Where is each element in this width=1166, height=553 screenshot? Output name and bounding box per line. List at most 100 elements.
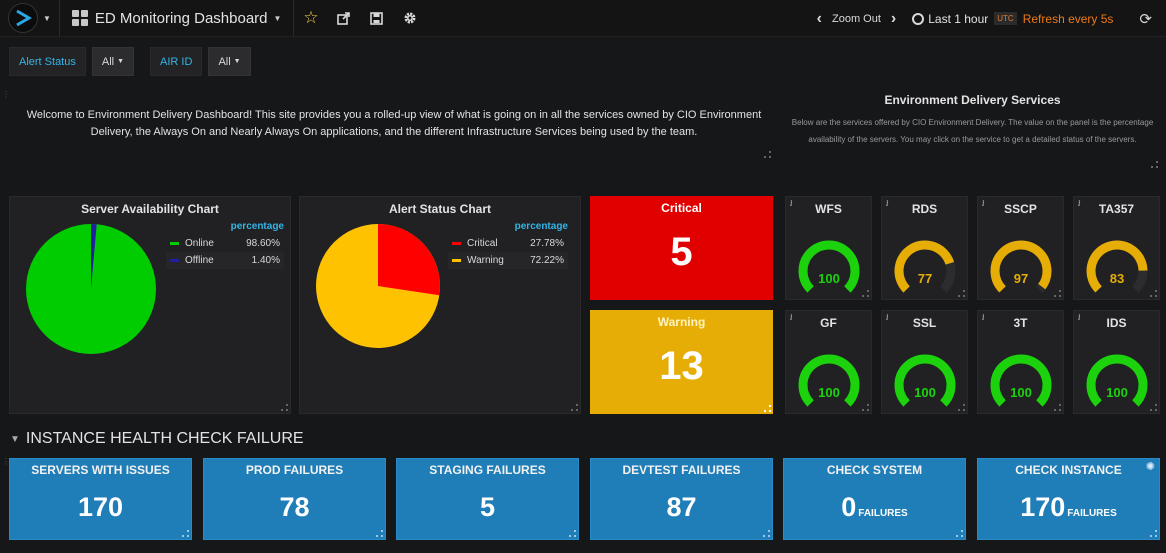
resize-handle[interactable]: [862, 290, 869, 297]
save-icon[interactable]: [360, 0, 393, 37]
critical-stat-panel[interactable]: Critical 5: [590, 196, 773, 300]
stat-title: PROD FAILURES: [245, 463, 344, 477]
chevron-down-icon: ▼: [273, 13, 282, 23]
row-drag-handle[interactable]: ⋮: [2, 91, 10, 99]
share-icon[interactable]: [327, 0, 360, 37]
legend-item-online[interactable]: Online 98.60%: [166, 235, 284, 252]
chevron-down-icon[interactable]: ▼: [43, 14, 51, 23]
app-menu[interactable]: ▼: [0, 0, 60, 37]
resize-handle[interactable]: [763, 530, 770, 537]
resize-handle[interactable]: [862, 404, 869, 411]
resize-handle[interactable]: [1150, 530, 1157, 537]
health-stat-check-instance[interactable]: CHECK INSTANCE 170 FAILURES ✺: [977, 458, 1160, 540]
info-icon[interactable]: i: [1078, 313, 1081, 322]
stat-value: 170: [77, 492, 124, 522]
warning-stat-panel[interactable]: Warning 13: [590, 310, 773, 414]
health-stat-staging-failures[interactable]: STAGING FAILURES 5: [396, 458, 579, 540]
time-back-button[interactable]: ‹: [811, 10, 828, 28]
gauge-title: WFS: [815, 202, 842, 216]
resize-handle[interactable]: [1054, 404, 1061, 411]
resize-handle[interactable]: [958, 290, 965, 297]
health-stat-servers-with-issues[interactable]: SERVERS WITH ISSUES 170: [9, 458, 192, 540]
info-icon[interactable]: i: [886, 199, 889, 208]
panel-title: Alert Status Chart: [388, 202, 492, 216]
resize-handle[interactable]: [764, 151, 771, 158]
gauge-title: GF: [820, 316, 837, 330]
gauge-chart: 97: [990, 240, 1052, 293]
gauge-panel-ids[interactable]: i IDS 100: [1073, 310, 1160, 414]
resize-handle[interactable]: [281, 404, 288, 411]
alert-status-panel[interactable]: Alert Status Chart percentage Critical 2…: [299, 196, 581, 414]
gauge-value: 100: [1106, 385, 1128, 400]
variable-select-alert-status[interactable]: All ▼: [91, 47, 135, 76]
stat-title: SERVERS WITH ISSUES: [31, 463, 170, 477]
legend-item-critical[interactable]: Critical 27.78%: [448, 235, 568, 252]
resize-handle[interactable]: [1151, 161, 1158, 168]
health-stat-prod-failures[interactable]: PROD FAILURES 78: [203, 458, 386, 540]
gauge-panel-gf[interactable]: i GF 100: [785, 310, 872, 414]
legend-item-warning[interactable]: Warning 72.22%: [448, 252, 568, 269]
stat-value: 13: [659, 344, 704, 388]
stat-title: CHECK SYSTEM: [826, 463, 923, 477]
gear-icon[interactable]: [393, 0, 426, 37]
legend-value: 1.40%: [251, 255, 280, 266]
resize-handle[interactable]: [956, 530, 963, 537]
resize-handle[interactable]: [958, 404, 965, 411]
stat-value: 170 FAILURES: [1020, 492, 1117, 522]
gauge-panel-ta357[interactable]: i TA357 83: [1073, 196, 1160, 300]
info-icon[interactable]: i: [790, 199, 793, 208]
dashboard-picker[interactable]: ED Monitoring Dashboard ▼: [60, 0, 295, 37]
health-stat-devtest-failures[interactable]: DEVTEST FAILURES 87: [590, 458, 773, 540]
resize-handle[interactable]: [182, 530, 189, 537]
gauge-panel-3t[interactable]: i 3T 100: [977, 310, 1064, 414]
gauge-chart: 100: [1086, 354, 1148, 407]
resize-handle[interactable]: [569, 530, 576, 537]
template-variables: Alert Status All ▼ AIR ID All ▼: [9, 47, 261, 76]
legend-item-offline[interactable]: Offline 1.40%: [166, 252, 284, 269]
gauge-panel-sscp[interactable]: i SSCP 97: [977, 196, 1064, 300]
gauge-chart: 83: [1086, 240, 1148, 293]
time-forward-button[interactable]: ›: [885, 10, 902, 28]
time-picker[interactable]: Last 1 hour UTC Refresh every 5s: [912, 12, 1113, 26]
health-stat-check-system[interactable]: CHECK SYSTEM 0 FAILURES: [783, 458, 966, 540]
refresh-icon[interactable]: ⟳: [1139, 10, 1152, 28]
stat-suffix: FAILURES: [858, 508, 908, 519]
resize-handle[interactable]: [764, 405, 771, 412]
gauge-title: 3T: [1013, 316, 1028, 330]
zoom-out-button[interactable]: Zoom Out: [832, 13, 881, 25]
gauge-panel-rds[interactable]: i RDS 77: [881, 196, 968, 300]
app-logo[interactable]: [8, 3, 38, 33]
gauge-panel-ssl[interactable]: i SSL 100: [881, 310, 968, 414]
resize-handle[interactable]: [1150, 404, 1157, 411]
row-collapse-toggle[interactable]: ▼ INSTANCE HEALTH CHECK FAILURE: [10, 430, 304, 448]
services-text-panel: Environment Delivery Services Below are …: [785, 88, 1160, 170]
info-icon[interactable]: i: [982, 199, 985, 208]
row-drag-handle[interactable]: ⋮: [2, 458, 10, 466]
resize-handle[interactable]: [571, 404, 578, 411]
legend-label: Warning: [467, 255, 504, 266]
resize-handle[interactable]: [1054, 290, 1061, 297]
legend-value: 27.78%: [530, 238, 564, 249]
stat-title: STAGING FAILURES: [429, 463, 546, 477]
services-title: Environment Delivery Services: [884, 93, 1061, 107]
alert-pie-chart: [316, 224, 440, 348]
legend-swatch: [170, 242, 179, 245]
stat-value: 0 FAILURES: [841, 492, 908, 522]
server-legend: percentage Online 98.60% Offline 1.40%: [166, 221, 284, 269]
legend-header: percentage: [230, 221, 284, 232]
gauge-panel-wfs[interactable]: i WFS 100: [785, 196, 872, 300]
legend-label: Offline: [185, 255, 214, 266]
info-icon[interactable]: i: [886, 313, 889, 322]
info-icon[interactable]: i: [1078, 199, 1081, 208]
server-availability-panel[interactable]: Server Availability Chart percentage Onl…: [9, 196, 291, 414]
resize-handle[interactable]: [376, 530, 383, 537]
star-icon[interactable]: ☆: [294, 0, 327, 37]
resize-handle[interactable]: [1150, 290, 1157, 297]
info-icon[interactable]: i: [982, 313, 985, 322]
variable-select-air-id[interactable]: All ▼: [208, 47, 251, 76]
stat-title: Critical: [661, 201, 702, 215]
server-pie-chart: [26, 224, 156, 354]
stat-value: 78: [279, 492, 310, 522]
panel-title: Server Availability Chart: [81, 202, 219, 216]
info-icon[interactable]: i: [790, 313, 793, 322]
